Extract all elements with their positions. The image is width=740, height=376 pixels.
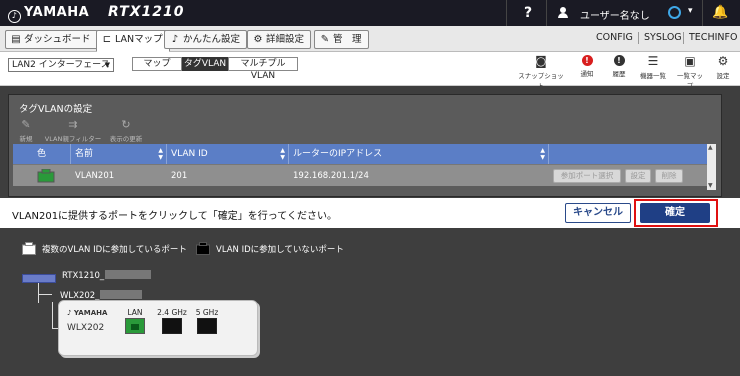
port-label-24ghz: 2.4 GHz [157,308,187,317]
history-button[interactable]: ! 履歴 [609,55,629,78]
interface-select[interactable]: LAN2 インターフェース ▼ [8,58,114,72]
top-bar: ♪ YAMAHA RTX1210 ? ユーザー名なし ▾ 🔔 [0,0,740,26]
warning-icon: ! [613,55,625,66]
table-scrollbar[interactable]: ▲ ▼ [707,144,716,190]
device-list-button[interactable]: ☰ 機器一覧 [638,54,668,81]
tab-lan-map[interactable]: ⊏ LANマップ [96,30,170,52]
instruction-text: VLAN201に提供するポートをクリックして「確定」を行ってください。 [12,211,337,222]
router-model: RTX1210 [108,4,185,20]
device-list-icon: ☰ [647,54,659,68]
map-list-button[interactable]: ▣一覧マップ [674,54,706,91]
wifi-5ghz-port[interactable] [197,318,217,334]
camera-icon: ◙ [535,54,547,68]
lan-map-icon: ⊏ [102,34,112,45]
chevron-down-icon: ▼ [104,61,110,69]
view-mode-multiple-vlan[interactable]: マルチプルVLAN [228,57,298,81]
yamaha-logo: ♪ YAMAHA [8,5,89,23]
access-point-device: ♪ YAMAHA WLX202 LAN 2.4 GHz 5 GHz [58,300,258,356]
edit-icon: ✎ [21,118,31,131]
lan-map-area: タグVLANの設定 ✎ 新規 ⇉ VLAN親フィルター ↻ 表示の更新 色 名前 ▲ ▼ … [0,86,740,376]
port-label-lan: LAN [127,308,143,317]
vlan-id: 201 [171,171,188,181]
view-mode-map[interactable]: マップ [132,57,182,71]
chevron-down-icon[interactable]: ▾ [688,6,693,16]
sub-toolbar: LAN2 インターフェース ▼ マップ タグVLAN マルチプルVLAN ◙ スナッ… [0,52,740,90]
column-header-ip[interactable]: ルーターのIPアドレス ▲ ▼ [289,144,549,164]
column-header-name[interactable]: 名前 ▲ ▼ [71,144,167,164]
settings-icon: ⚙ [717,54,729,68]
column-header-color: 色 [13,144,71,164]
user-icon [558,7,568,19]
vlan-ip: 192.168.201.1/24 [293,171,369,181]
syslog-link[interactable]: SYSLOG [644,32,682,43]
bell-icon[interactable]: 🔔 [712,5,728,20]
wifi-24ghz-port[interactable] [162,318,182,334]
vlan-color-swatch [33,165,71,187]
notification-button[interactable]: ! 通知 [577,55,597,78]
confirm-button[interactable]: 確定 [640,203,710,223]
settings-button[interactable]: ⚙ 設定 [714,54,732,81]
refresh-icon: ↻ [121,118,131,131]
panel-title: タグVLANの設定 [19,104,93,115]
vlan-filter-button[interactable]: ⇉ VLAN親フィルター [43,118,103,144]
techinfo-link[interactable]: TECHINFO [689,32,737,43]
router-label[interactable]: RTX1210_ [62,270,152,281]
ap-brand: ♪ YAMAHA [67,309,108,317]
main-tab-bar: ▤ ダッシュボード ⊏ LANマップ ♪ かんたん設定 ⚙ 詳細設定 ✎ 管 理 CONF… [0,26,740,52]
status-ring-icon[interactable] [668,6,681,19]
ap-model: WLX202 [67,323,105,333]
cancel-button[interactable]: キャンセル [565,203,631,223]
management-icon: ✎ [320,34,330,45]
router-icon[interactable] [22,274,56,283]
alert-icon: ! [581,55,593,66]
advanced-settings-icon: ⚙ [253,34,263,45]
port-label-5ghz: 5 GHz [195,308,219,317]
vlan-settings-button[interactable]: 設定 [625,169,651,183]
vlan-table: 色 名前 ▲ ▼ VLAN ID ▲ ▼ ルーターのIPアドレス ▲ ▼ VLAN201 2… [13,144,707,190]
tag-vlan-panel: タグVLANの設定 ✎ 新規 ⇉ VLAN親フィルター ↻ 表示の更新 色 名前 ▲ ▼ … [8,94,722,197]
column-header-actions [549,144,707,164]
config-link[interactable]: CONFIG [596,32,633,43]
view-mode-tag-vlan[interactable]: タグVLAN [182,57,228,71]
table-row[interactable]: VLAN201 201 192.168.201.1/24 参加ポート選択 設定 … [13,164,707,186]
snapshot-button[interactable]: ◙スナップショット [517,54,565,91]
tab-dashboard[interactable]: ▤ ダッシュボード [5,30,98,49]
tab-management[interactable]: ✎ 管 理 [314,30,369,49]
vlan-name: VLAN201 [75,171,115,181]
table-header: 色 名前 ▲ ▼ VLAN ID ▲ ▼ ルーターのIPアドレス ▲ ▼ [13,144,707,164]
sort-icon: ▲ ▼ [540,147,545,161]
dashboard-icon: ▤ [11,34,21,45]
easy-setup-icon: ♪ [171,34,179,45]
user-name[interactable]: ユーザー名なし [580,7,650,22]
help-button[interactable]: ? [520,5,536,21]
tab-easy-setup[interactable]: ♪ かんたん設定 [164,30,248,49]
refresh-button[interactable]: ↻ 表示の更新 [109,118,143,144]
delete-vlan-button[interactable]: 削除 [655,169,683,183]
no-vlan-port-icon [196,242,210,255]
column-header-vlan-id[interactable]: VLAN ID ▲ ▼ [167,144,289,164]
filter-icon: ⇉ [68,118,78,131]
tab-advanced-settings[interactable]: ⚙ 詳細設定 [247,30,312,49]
lan-port[interactable] [125,318,145,334]
instruction-bar: VLAN201に提供するポートをクリックして「確定」を行ってください。 キャンセ… [0,198,740,228]
sort-icon: ▲ ▼ [158,147,163,161]
new-vlan-button[interactable]: ✎ 新規 [15,118,37,144]
map-list-icon: ▣ [684,54,696,68]
select-ports-button[interactable]: 参加ポート選択 [553,169,621,183]
sort-icon: ▲ ▼ [280,147,285,161]
multi-vlan-port-icon [22,242,36,255]
